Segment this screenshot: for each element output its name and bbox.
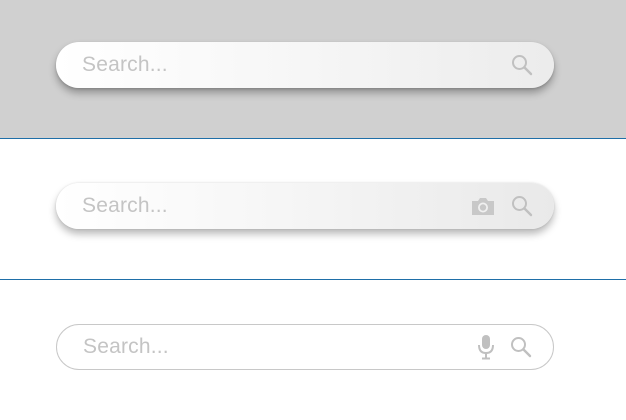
search-icon[interactable] <box>510 53 534 77</box>
search-icon[interactable] <box>509 335 533 359</box>
search-placeholder: Search... <box>83 335 169 358</box>
search-placeholder: Search... <box>82 194 168 217</box>
search-bar-1[interactable]: Search... <box>56 42 554 88</box>
search-icon[interactable] <box>510 194 534 218</box>
camera-icon[interactable] <box>470 194 496 218</box>
search-bar-panel-3: Search... <box>0 280 626 420</box>
search-bar-2[interactable]: Search... <box>56 183 554 229</box>
search-bar-panel-2: Search... <box>0 139 626 280</box>
search-bar-3[interactable]: Search... <box>56 324 554 370</box>
search-bar-panel-1: Search... <box>0 0 626 139</box>
search-placeholder: Search... <box>82 53 168 76</box>
microphone-icon[interactable] <box>477 334 495 360</box>
